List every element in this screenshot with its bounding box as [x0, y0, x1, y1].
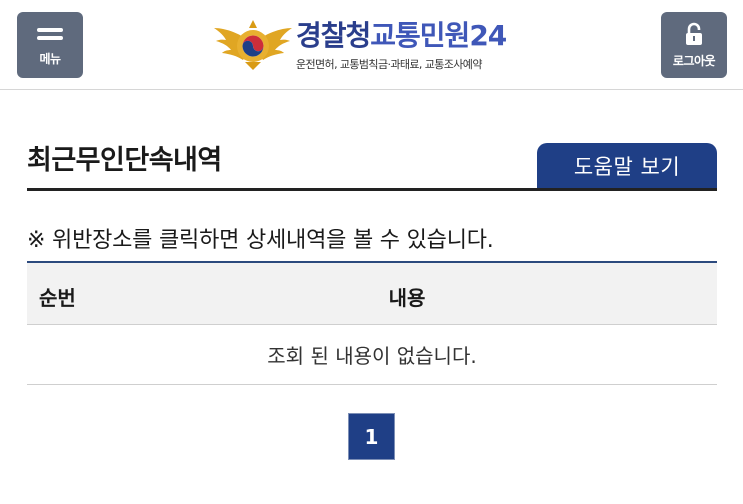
- police-emblem-icon: [214, 20, 292, 70]
- help-button[interactable]: 도움말 보기: [537, 143, 717, 189]
- enforcement-table: 순번 내용 조회 된 내용이 없습니다.: [27, 261, 717, 385]
- hamburger-icon: [37, 24, 63, 44]
- logo-title: 경찰청교통민원24: [296, 19, 507, 52]
- menu-button[interactable]: 메뉴: [17, 12, 83, 78]
- site-logo[interactable]: 경찰청교통민원24 운전면허, 교통범칙금·과태료, 교통조사예약: [212, 14, 542, 78]
- menu-button-label: 메뉴: [39, 51, 61, 66]
- section-title-row: 최근무인단속내역 도움말 보기: [27, 130, 717, 190]
- table-row-empty: 조회 된 내용이 없습니다.: [27, 325, 717, 385]
- table-header: 순번 내용: [27, 263, 717, 325]
- title-divider: [27, 188, 717, 191]
- empty-message: 조회 된 내용이 없습니다.: [267, 344, 477, 368]
- notice-text: ※ 위반장소를 클릭하면 상세내역을 볼 수 있습니다.: [27, 228, 494, 253]
- app-header: 메뉴 경찰청교통민원24 운전면허, 교통범칙금·과태료, 교통조사예약 로그아…: [0, 0, 743, 90]
- logout-button[interactable]: 로그아웃: [661, 12, 727, 78]
- logo-subtitle: 운전면허, 교통범칙금·과태료, 교통조사예약: [296, 58, 482, 71]
- logout-button-label: 로그아웃: [672, 53, 716, 68]
- unlock-icon: [686, 22, 702, 45]
- column-header-content: 내용: [388, 286, 426, 310]
- page-title: 최근무인단속내역: [27, 145, 222, 176]
- pagination-page-1[interactable]: 1: [348, 413, 395, 460]
